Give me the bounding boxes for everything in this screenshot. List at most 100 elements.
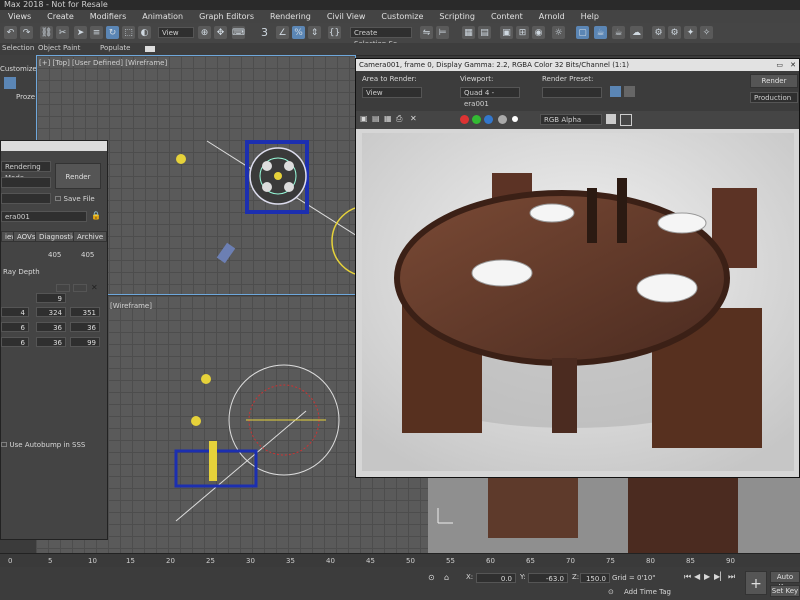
alpha-channel-icon[interactable] <box>498 115 507 124</box>
menu-scripting[interactable]: Scripting <box>431 12 483 21</box>
lock-icon[interactable]: 🔒 <box>91 211 101 220</box>
print-icon[interactable]: ⎙ <box>396 114 402 124</box>
red-channel-icon[interactable] <box>460 115 469 124</box>
menu-civil-view[interactable]: Civil View <box>319 12 374 21</box>
render-window-close-icon[interactable]: ✕ <box>790 59 796 71</box>
blue-channel-icon[interactable] <box>484 115 493 124</box>
add-time-tag[interactable]: Add Time Tag <box>624 588 671 596</box>
curve-editor-icon[interactable]: ▣ <box>500 26 513 39</box>
display-channel-dropdown[interactable]: RGB Alpha <box>540 114 602 125</box>
view-to-render-dropdown[interactable]: era001 <box>1 211 87 222</box>
snap-toggle-icon[interactable]: 3 <box>258 26 271 39</box>
render-iterative-icon[interactable]: ☕ <box>612 26 625 39</box>
render-frame-render-button[interactable]: Render <box>750 74 798 88</box>
mirror-icon[interactable]: ⇋ <box>420 26 433 39</box>
set-key-button[interactable]: Set Key <box>770 585 800 597</box>
play-icon[interactable]: ▶ <box>704 572 710 581</box>
tool-a-icon[interactable]: ⚙ <box>652 26 665 39</box>
select-rotate-icon[interactable]: ↻ <box>106 26 119 39</box>
row-b-value-3[interactable]: 36 <box>70 322 100 332</box>
viewport-dropdown[interactable]: Quad 4 - era001 <box>460 87 520 108</box>
ray-depth-value[interactable]: 9 <box>36 293 66 303</box>
render-setup-icon[interactable]: ☼ <box>552 26 565 39</box>
row-a-value-1[interactable]: 4 <box>1 307 29 317</box>
select-icon[interactable]: ➤ <box>74 26 87 39</box>
material-editor-icon[interactable]: ◉ <box>532 26 545 39</box>
row-c-value-3[interactable]: 99 <box>70 337 100 347</box>
render-in-cloud-icon[interactable]: ☁ <box>630 26 643 39</box>
menu-arnold[interactable]: Arnold <box>531 12 573 21</box>
preset-dropdown[interactable] <box>1 193 51 204</box>
toggle-ui-icon[interactable] <box>620 114 632 126</box>
layer-explorer-icon[interactable]: ▦ <box>462 26 475 39</box>
link-icon[interactable]: ⛓ <box>40 26 53 39</box>
redo-icon[interactable]: ↷ <box>20 26 33 39</box>
keyboard-shortcut-icon[interactable]: ⌨ <box>232 26 245 39</box>
menu-views[interactable]: Views <box>0 12 39 21</box>
move-icon[interactable]: ✥ <box>214 26 227 39</box>
dropdown-arrow-icon[interactable] <box>4 77 16 89</box>
render-preset-dropdown[interactable] <box>542 87 602 98</box>
render-setup-render-button[interactable]: Render <box>55 163 101 189</box>
save-image-icon[interactable]: ▣ <box>360 114 368 123</box>
x-coord-field[interactable]: 0.0 <box>476 573 516 583</box>
ribbon-tab-object-paint[interactable]: Object Paint <box>38 44 80 52</box>
production-dropdown[interactable]: Production <box>750 92 798 103</box>
menu-modifiers[interactable]: Modifiers <box>82 12 135 21</box>
autobump-checkbox[interactable]: ☐ Use Autobump in SSS <box>1 441 85 449</box>
clone-window-icon[interactable]: ▦ <box>384 114 392 123</box>
isolate-icon[interactable]: ⌂ <box>444 573 449 582</box>
rendered-frame-window-icon[interactable]: ▢ <box>576 26 589 39</box>
row-a-value-3[interactable]: 351 <box>70 307 100 317</box>
area-to-render-dropdown[interactable]: View <box>362 87 422 98</box>
row-c-value-1[interactable]: 6 <box>1 337 29 347</box>
menu-rendering[interactable]: Rendering <box>262 12 319 21</box>
named-selection-dropdown[interactable]: Create Selection Se <box>350 27 412 48</box>
clear-icon[interactable]: ✕ <box>410 114 417 123</box>
timeline[interactable]: 0 5 10 15 20 25 30 35 40 45 50 55 60 65 … <box>0 553 800 568</box>
copy-image-icon[interactable]: ▤ <box>372 114 380 123</box>
edit-named-selection-icon[interactable]: {} <box>328 26 341 39</box>
green-channel-icon[interactable] <box>472 115 481 124</box>
save-file-checkbox[interactable]: ☐ Save File <box>55 195 95 203</box>
angle-snap-icon[interactable]: ∠ <box>276 26 289 39</box>
row-b-value-2[interactable]: 36 <box>36 322 66 332</box>
time-tag-icon[interactable]: ⊙ <box>608 588 614 596</box>
row-c-value-2[interactable]: 36 <box>36 337 66 347</box>
preset-icon[interactable] <box>610 86 621 97</box>
prev-frame-icon[interactable]: ◀ <box>694 572 700 581</box>
preset-options-icon[interactable] <box>624 86 635 97</box>
z-coord-field[interactable]: 150.0 <box>580 573 610 583</box>
place-icon[interactable]: ◐ <box>138 26 151 39</box>
mono-icon[interactable] <box>512 116 518 122</box>
menu-content[interactable]: Content <box>483 12 531 21</box>
viewport-camera[interactable] <box>428 478 800 553</box>
next-frame-icon[interactable]: ▶▏ <box>714 572 726 581</box>
auto-key-button[interactable]: Auto Key <box>770 571 800 591</box>
menu-graph-editors[interactable]: Graph Editors <box>191 12 262 21</box>
tool-c-icon[interactable]: ✦ <box>684 26 697 39</box>
menu-animation[interactable]: Animation <box>134 12 191 21</box>
tool-d-icon[interactable]: ✧ <box>700 26 713 39</box>
tab-archive[interactable]: Archive <box>73 231 108 242</box>
row-a-value-2[interactable]: 324 <box>36 307 66 317</box>
select-by-name-icon[interactable]: ≡ <box>90 26 103 39</box>
ribbon-tab-selection[interactable]: Selection <box>2 44 34 52</box>
row-b-value-1[interactable]: 6 <box>1 322 29 332</box>
minimize-icon[interactable]: ▭ <box>776 59 783 71</box>
go-to-start-icon[interactable]: ⏮ <box>684 572 691 582</box>
schematic-view-icon[interactable]: ⊞ <box>516 26 529 39</box>
y-coord-field[interactable]: -63.0 <box>528 573 568 583</box>
tool-b-icon[interactable]: ⚙ <box>668 26 681 39</box>
percent-snap-icon[interactable]: % <box>292 26 305 39</box>
reference-coord-dropdown[interactable]: View <box>158 27 194 38</box>
render-production-icon[interactable]: ☕ <box>594 26 607 39</box>
ribbon-toggle-icon[interactable] <box>145 46 155 52</box>
spinner-snap-icon[interactable]: ⇕ <box>308 26 321 39</box>
toggle-ribbon-icon[interactable]: ▤ <box>478 26 491 39</box>
unlink-icon[interactable]: ✂ <box>56 26 69 39</box>
selection-lock-icon[interactable]: ⊙ <box>428 573 435 582</box>
select-scale-icon[interactable]: ⬚ <box>122 26 135 39</box>
undo-icon[interactable]: ↶ <box>4 26 17 39</box>
close-icon[interactable]: ✕ <box>91 283 98 293</box>
